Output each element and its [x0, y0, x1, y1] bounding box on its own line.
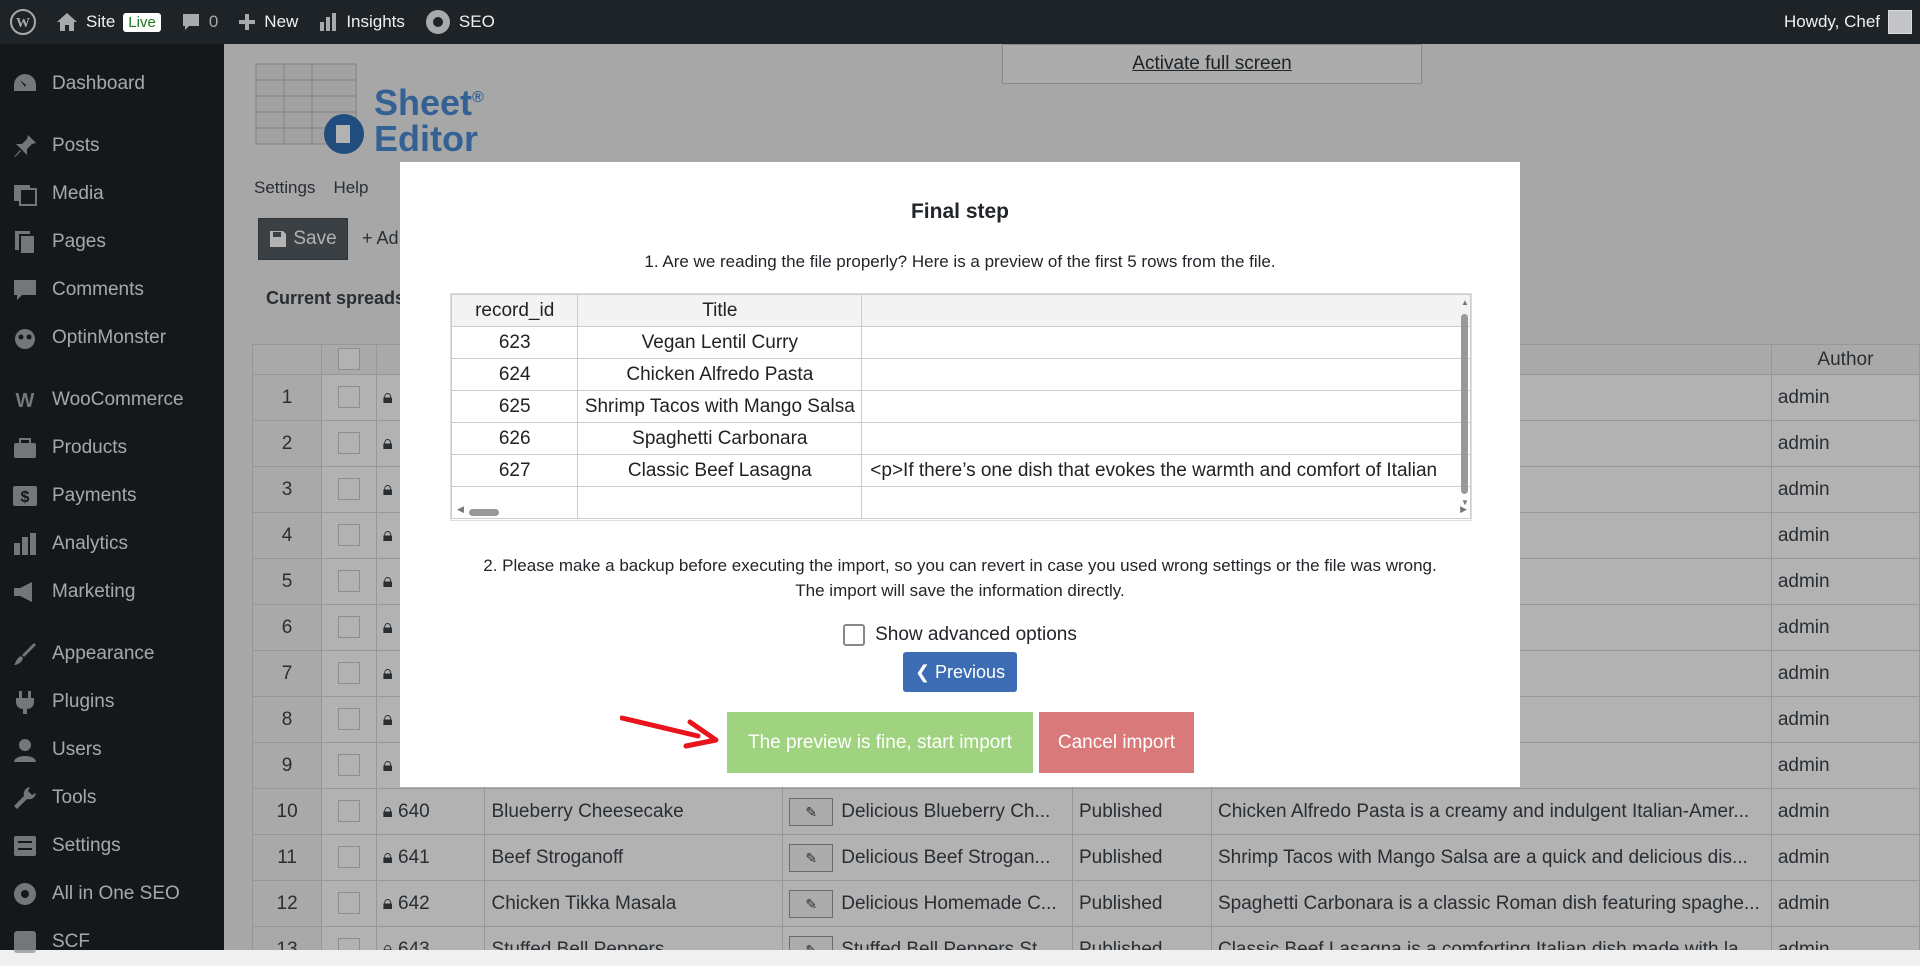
advanced-options-label: Show advanced options — [875, 624, 1077, 645]
live-badge: Live — [123, 12, 161, 32]
advanced-options-toggle[interactable]: Show advanced options — [400, 624, 1520, 646]
advanced-options-checkbox[interactable] — [843, 624, 866, 646]
vertical-scrollbar[interactable]: ▲ ▼ — [1459, 298, 1469, 507]
preview-cell: 625 — [451, 390, 579, 423]
scrollbar-thumb[interactable] — [469, 509, 499, 516]
cancel-import-button[interactable]: Cancel import — [1039, 712, 1194, 773]
step1-text: 1. Are we reading the file properly? Her… — [644, 252, 1276, 271]
account-menu[interactable]: Howdy, Chef — [1774, 0, 1920, 44]
seo-menu[interactable]: SEO — [415, 0, 505, 44]
preview-grid: record_id Title 623 Vegan Lentil Curry 624 Ch… — [451, 294, 1471, 519]
home-icon — [57, 13, 77, 31]
preview-header-cell — [861, 294, 1471, 327]
preview-cell: Vegan Lentil Curry — [577, 326, 863, 359]
preview-row: 626 Spaghetti Carbonara — [451, 422, 1471, 455]
preview-cell: Classic Beef Lasagna — [577, 454, 863, 487]
bar-chart-icon — [320, 13, 337, 31]
file-preview-table: record_id Title 623 Vegan Lentil Curry 624 Ch… — [450, 293, 1472, 521]
wordpress-logo-icon[interactable]: W — [0, 0, 46, 44]
plus-icon — [239, 14, 256, 30]
new-menu[interactable]: New — [228, 0, 308, 44]
preview-cell: <p>If there’s one dish that evokes the w… — [861, 454, 1471, 487]
preview-row: 624 Chicken Alfredo Pasta — [451, 358, 1471, 391]
import-final-step-modal: Final step 1. Are we reading the file pr… — [400, 162, 1520, 787]
preview-cell: 624 — [451, 358, 579, 391]
preview-cell: Spaghetti Carbonara — [577, 422, 863, 455]
step2-line2: The import will save the information dir… — [795, 581, 1125, 600]
comments-menu[interactable]: 0 — [171, 0, 228, 44]
start-import-button[interactable]: The preview is fine, start import — [727, 712, 1033, 773]
preview-cell: 623 — [451, 326, 579, 359]
preview-cell — [861, 358, 1471, 391]
scroll-left-icon[interactable]: ◀ — [457, 504, 464, 515]
comments-count: 0 — [208, 12, 219, 31]
preview-header-cell: Title — [577, 294, 863, 327]
preview-row: 627 Classic Beef Lasagna <p>If there’s one… — [451, 454, 1471, 487]
preview-header-cell: record_id — [451, 294, 579, 327]
preview-cell — [861, 326, 1471, 359]
preview-cell: Shrimp Tacos with Mango Salsa — [577, 390, 863, 423]
avatar — [1888, 10, 1912, 34]
preview-cell: 627 — [451, 454, 579, 487]
howdy-label: Howdy, Chef — [1783, 12, 1880, 31]
insights-menu[interactable]: Insights — [308, 0, 415, 44]
new-label: New — [264, 12, 299, 31]
scrollbar-thumb[interactable] — [1461, 314, 1468, 494]
preview-cell — [861, 390, 1471, 423]
preview-cell — [861, 422, 1471, 455]
horizontal-scrollbar[interactable]: ◀ ▶ — [457, 504, 1467, 518]
chevron-left-icon: ❮ — [914, 662, 936, 682]
site-menu[interactable]: Site Live — [46, 0, 171, 44]
seo-gear-icon — [425, 10, 450, 34]
red-arrow-annotation — [620, 715, 719, 749]
preview-row: 623 Vegan Lentil Curry — [451, 326, 1471, 359]
comment-icon — [182, 14, 199, 30]
modal-title: Final step — [910, 200, 1010, 223]
admin-bar: W Site Live 0 New Insights SEO Howdy, Ch… — [0, 0, 1920, 44]
preview-row: 625 Shrimp Tacos with Mango Salsa — [451, 390, 1471, 423]
preview-header-row: record_id Title — [451, 294, 1471, 327]
previous-button[interactable]: ❮ Previous — [903, 652, 1017, 692]
svg-text:W: W — [16, 16, 30, 31]
step2-text: 2. Please make a backup before executing… — [440, 553, 1480, 603]
site-label: Site — [86, 12, 116, 31]
preview-cell: 626 — [451, 422, 579, 455]
preview-cell: Chicken Alfredo Pasta — [577, 358, 863, 391]
scroll-right-icon[interactable]: ▶ — [1460, 504, 1467, 515]
insights-label: Insights — [346, 12, 405, 31]
seo-label: SEO — [458, 12, 495, 31]
step2-line1: 2. Please make a backup before executing… — [483, 556, 1437, 575]
scroll-up-icon[interactable]: ▲ — [1461, 298, 1469, 307]
